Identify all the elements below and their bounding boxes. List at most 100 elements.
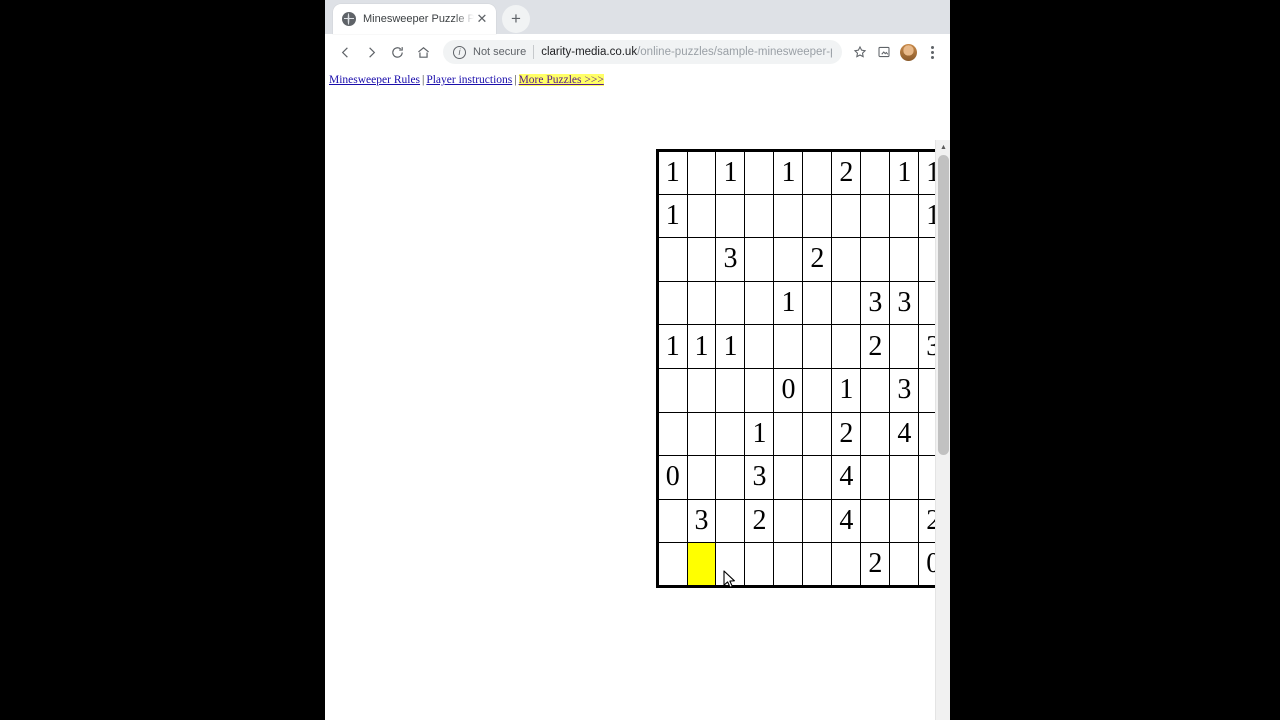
grid-cell[interactable] (744, 150, 775, 195)
link-player-instructions[interactable]: Player instructions (426, 74, 512, 86)
grid-cell[interactable]: 3 (889, 367, 920, 413)
grid-cell[interactable]: 1 (657, 150, 688, 195)
grid-cell[interactable] (889, 193, 920, 239)
grid-cell[interactable]: 1 (889, 150, 920, 195)
grid-cell[interactable] (860, 193, 891, 239)
grid-cell[interactable] (889, 237, 920, 282)
grid-cell[interactable] (802, 193, 833, 239)
grid-cell[interactable] (744, 237, 775, 282)
grid-cell[interactable] (831, 193, 862, 239)
browser-tab[interactable]: Minesweeper Puzzle Player (c) C ✕ (333, 4, 496, 34)
grid-cell[interactable] (889, 324, 920, 369)
grid-cell[interactable] (657, 498, 688, 544)
grid-cell[interactable] (831, 324, 862, 369)
scrollbar-thumb[interactable] (938, 155, 949, 455)
grid-cell[interactable] (686, 280, 717, 326)
link-minesweeper-rules[interactable]: Minesweeper Rules (329, 74, 420, 86)
home-icon[interactable] (411, 40, 435, 64)
back-icon[interactable] (333, 40, 357, 64)
grid-cell[interactable] (802, 498, 833, 544)
grid-cell[interactable]: 1 (773, 280, 804, 326)
grid-cell[interactable] (657, 542, 688, 587)
extension-icon[interactable] (874, 42, 894, 62)
bookmark-star-icon[interactable] (850, 42, 870, 62)
grid-cell[interactable] (715, 542, 746, 587)
forward-icon[interactable] (359, 40, 383, 64)
profile-avatar[interactable] (898, 42, 918, 62)
grid-cell[interactable] (773, 237, 804, 282)
grid-cell[interactable] (657, 280, 688, 326)
grid-cell[interactable] (802, 280, 833, 326)
grid-cell[interactable] (860, 367, 891, 413)
grid-cell[interactable]: 4 (831, 498, 862, 544)
grid-cell[interactable] (744, 280, 775, 326)
grid-cell[interactable] (802, 542, 833, 587)
grid-cell[interactable]: 2 (744, 498, 775, 544)
grid-cell[interactable] (889, 498, 920, 544)
grid-cell[interactable]: 2 (860, 324, 891, 369)
grid-cell[interactable]: 1 (657, 193, 688, 239)
grid-cell[interactable] (657, 237, 688, 282)
grid-cell[interactable] (657, 367, 688, 413)
grid-cell[interactable] (889, 455, 920, 500)
grid-cell[interactable]: 3 (860, 280, 891, 326)
grid-cell[interactable]: 2 (831, 411, 862, 457)
grid-cell[interactable] (802, 150, 833, 195)
grid-cell[interactable] (802, 367, 833, 413)
address-bar[interactable]: i Not secure clarity-media.co.uk/online-… (443, 40, 842, 64)
grid-cell[interactable] (715, 193, 746, 239)
reload-icon[interactable] (385, 40, 409, 64)
grid-cell[interactable] (686, 411, 717, 457)
grid-cell[interactable]: 1 (831, 367, 862, 413)
close-icon[interactable]: ✕ (474, 11, 490, 27)
grid-cell[interactable] (686, 542, 717, 587)
grid-cell[interactable] (831, 237, 862, 282)
grid-cell[interactable]: 2 (802, 237, 833, 282)
grid-cell[interactable] (831, 280, 862, 326)
grid-cell[interactable] (744, 542, 775, 587)
vertical-scrollbar[interactable]: ▲ ▼ (935, 140, 950, 720)
grid-cell[interactable] (831, 542, 862, 587)
grid-cell[interactable] (686, 237, 717, 282)
grid-cell[interactable] (744, 367, 775, 413)
grid-cell[interactable] (715, 411, 746, 457)
grid-cell[interactable] (802, 324, 833, 369)
grid-cell[interactable] (715, 280, 746, 326)
grid-cell[interactable]: 4 (889, 411, 920, 457)
grid-cell[interactable] (715, 367, 746, 413)
grid-cell[interactable] (686, 455, 717, 500)
grid-cell[interactable]: 2 (831, 150, 862, 195)
menu-kebab-icon[interactable] (922, 42, 942, 62)
grid-cell[interactable]: 3 (686, 498, 717, 544)
grid-cell[interactable] (773, 542, 804, 587)
grid-cell[interactable]: 1 (657, 324, 688, 369)
grid-cell[interactable] (860, 455, 891, 500)
grid-cell[interactable]: 1 (715, 150, 746, 195)
grid-cell[interactable]: 4 (831, 455, 862, 500)
grid-cell[interactable]: 3 (715, 237, 746, 282)
grid-cell[interactable] (773, 498, 804, 544)
grid-cell[interactable] (773, 411, 804, 457)
grid-cell[interactable] (773, 455, 804, 500)
grid-cell[interactable] (686, 367, 717, 413)
grid-cell[interactable]: 1 (773, 150, 804, 195)
new-tab-button[interactable]: + (502, 5, 530, 33)
grid-cell[interactable]: 1 (715, 324, 746, 369)
grid-cell[interactable] (773, 193, 804, 239)
grid-cell[interactable]: 2 (860, 542, 891, 587)
grid-cell[interactable]: 1 (686, 324, 717, 369)
grid-cell[interactable]: 0 (773, 367, 804, 413)
grid-cell[interactable] (686, 193, 717, 239)
grid-cell[interactable] (715, 455, 746, 500)
scroll-up-icon[interactable]: ▲ (936, 140, 950, 154)
grid-cell[interactable] (657, 411, 688, 457)
grid-cell[interactable] (715, 498, 746, 544)
grid-cell[interactable] (860, 411, 891, 457)
grid-cell[interactable] (860, 150, 891, 195)
grid-cell[interactable] (802, 411, 833, 457)
grid-cell[interactable] (802, 455, 833, 500)
grid-cell[interactable] (860, 237, 891, 282)
grid-cell[interactable]: 3 (889, 280, 920, 326)
link-more-puzzles[interactable]: More Puzzles >>> (518, 74, 604, 86)
grid-cell[interactable] (773, 324, 804, 369)
